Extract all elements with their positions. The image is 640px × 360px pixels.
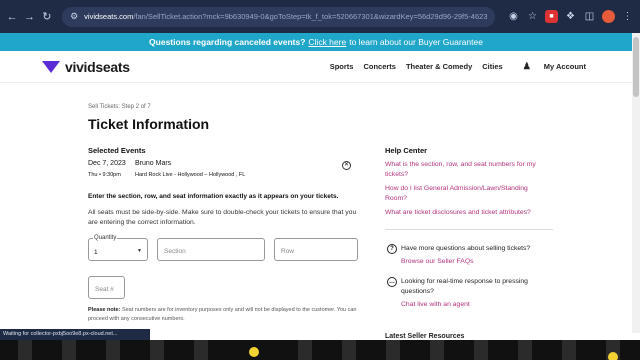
decor-stripe <box>106 340 120 360</box>
help-divider <box>385 229 553 230</box>
event-time: Thu • 9:30pm <box>88 172 121 178</box>
selected-events-heading: Selected Events <box>88 146 146 155</box>
row-input[interactable]: Row <box>274 238 358 261</box>
quantity-value: 1 <box>94 249 98 256</box>
my-account-label: My Account <box>543 62 586 71</box>
announcement-text: Questions regarding canceled events? <box>149 37 306 47</box>
browser-status-bar: Waiting for collector-pxbj5oo9e8.px-clou… <box>0 329 150 340</box>
remove-event-close-icon[interactable]: ✕ <box>342 161 351 170</box>
quantity-select[interactable]: Quantity 1 ▼ <box>88 235 148 261</box>
row-placeholder: Row <box>281 248 295 255</box>
nav-sports[interactable]: Sports <box>330 62 354 71</box>
section-input[interactable]: Section <box>157 238 265 261</box>
question-icon: ? <box>387 244 397 254</box>
address-bar[interactable]: ⚙ vividseats.com /fan/SellTicket.action?… <box>62 6 495 27</box>
logo-mark-icon <box>42 60 60 73</box>
decor-stripe <box>518 340 532 360</box>
section-placeholder: Section <box>164 248 186 255</box>
decor-stripe <box>150 340 164 360</box>
decor-dot <box>608 352 618 360</box>
note-label: Please note: <box>88 307 121 313</box>
event-date: Dec 7, 2023 <box>88 160 126 167</box>
faq-text: Have more questions about selling ticket… <box>401 245 531 252</box>
extensions-puzzle-icon[interactable]: ❖ <box>564 10 577 23</box>
announcement-bar: Questions regarding canceled events? Cli… <box>0 33 632 51</box>
nav-cities[interactable]: Cities <box>482 62 502 71</box>
side-panel-icon[interactable]: ◫ <box>583 10 596 23</box>
announcement-rest: to learn about our Buyer Guarantee <box>349 37 483 47</box>
url-path: /fan/SellTicket.action?mck=9b630949-0&go… <box>133 12 487 21</box>
forward-icon[interactable]: → <box>23 10 35 24</box>
decor-stripe <box>562 340 576 360</box>
step-indicator: Sell Tickets: Step 2 of 7 <box>88 104 151 110</box>
decor-stripe <box>430 340 444 360</box>
seat-placeholder: Seat # <box>95 286 114 293</box>
decor-stripe <box>194 340 208 360</box>
live-chat-link[interactable]: Chat live with an agent <box>401 300 470 310</box>
seat-input[interactable]: Seat # <box>88 276 125 299</box>
note-text: Seat numbers are for inventory purposes … <box>88 307 357 322</box>
seat-note: Please note: Seat numbers are for invent… <box>88 306 363 324</box>
url-domain: vividseats.com <box>84 12 134 21</box>
seller-resources-heading: Latest Seller Resources <box>385 333 465 340</box>
main-nav: Sports Concerts Theater & Comedy Cities … <box>320 61 586 72</box>
decor-stripe <box>62 340 76 360</box>
decor-stripe <box>474 340 488 360</box>
nav-theater-comedy[interactable]: Theater & Comedy <box>406 62 472 71</box>
seating-guidance: All seats must be side-by-side. Make sur… <box>88 209 357 226</box>
scroll-thumb[interactable] <box>633 37 639 97</box>
translate-icon[interactable]: ◉ <box>507 10 520 23</box>
bookmark-star-icon[interactable]: ☆ <box>526 10 539 23</box>
logo-text: vividseats <box>65 58 130 75</box>
chevron-down-icon: ▼ <box>137 248 142 254</box>
page-scrollbar[interactable] <box>632 33 640 333</box>
site-info-icon[interactable]: ⚙ <box>70 11 78 22</box>
bottom-decoration <box>0 340 640 360</box>
profile-avatar[interactable] <box>601 10 615 23</box>
decor-stripe <box>18 340 32 360</box>
browser-toolbar: ← → ↻ ⚙ vividseats.com /fan/SellTicket.a… <box>0 0 640 33</box>
decor-stripe <box>342 340 356 360</box>
logo[interactable]: vividseats <box>42 59 130 75</box>
nav-concerts[interactable]: Concerts <box>363 62 396 71</box>
reload-icon[interactable]: ↻ <box>41 10 53 24</box>
instruction-text: Enter the section, row, and seat informa… <box>88 193 339 200</box>
my-account-link[interactable]: ♟ My Account <box>513 61 586 72</box>
seller-faq-link[interactable]: Browse our Seller FAQs <box>401 257 474 267</box>
chat-text: Looking for real-time response to pressi… <box>401 278 528 295</box>
event-name: Bruno Mars <box>135 160 172 167</box>
extension-icon[interactable]: ■ <box>544 10 558 23</box>
quantity-label: Quantity <box>93 235 118 241</box>
site-header: vividseats Sports Concerts Theater & Com… <box>0 51 632 83</box>
chat-bubble-icon: … <box>387 277 397 287</box>
help-link-seat-numbers[interactable]: What is the section, row, and seat numbe… <box>385 160 550 179</box>
back-icon[interactable]: ← <box>6 10 18 24</box>
event-venue: Hard Rock Live - Hollywood – Hollywood ,… <box>135 172 246 178</box>
person-icon: ♟ <box>522 61 531 71</box>
decor-dot <box>249 347 259 357</box>
help-center-heading: Help Center <box>385 146 428 155</box>
menu-kebab-icon[interactable]: ⋮ <box>621 10 634 23</box>
announcement-link[interactable]: Click here <box>308 37 346 47</box>
decor-stripe <box>386 340 400 360</box>
decor-stripe <box>298 340 312 360</box>
page-title: Ticket Information <box>88 116 210 132</box>
help-link-general-admission[interactable]: How do I list General Admission/Lawn/Sta… <box>385 184 550 203</box>
help-link-disclosures[interactable]: What are ticket disclosures and ticket a… <box>385 208 550 218</box>
